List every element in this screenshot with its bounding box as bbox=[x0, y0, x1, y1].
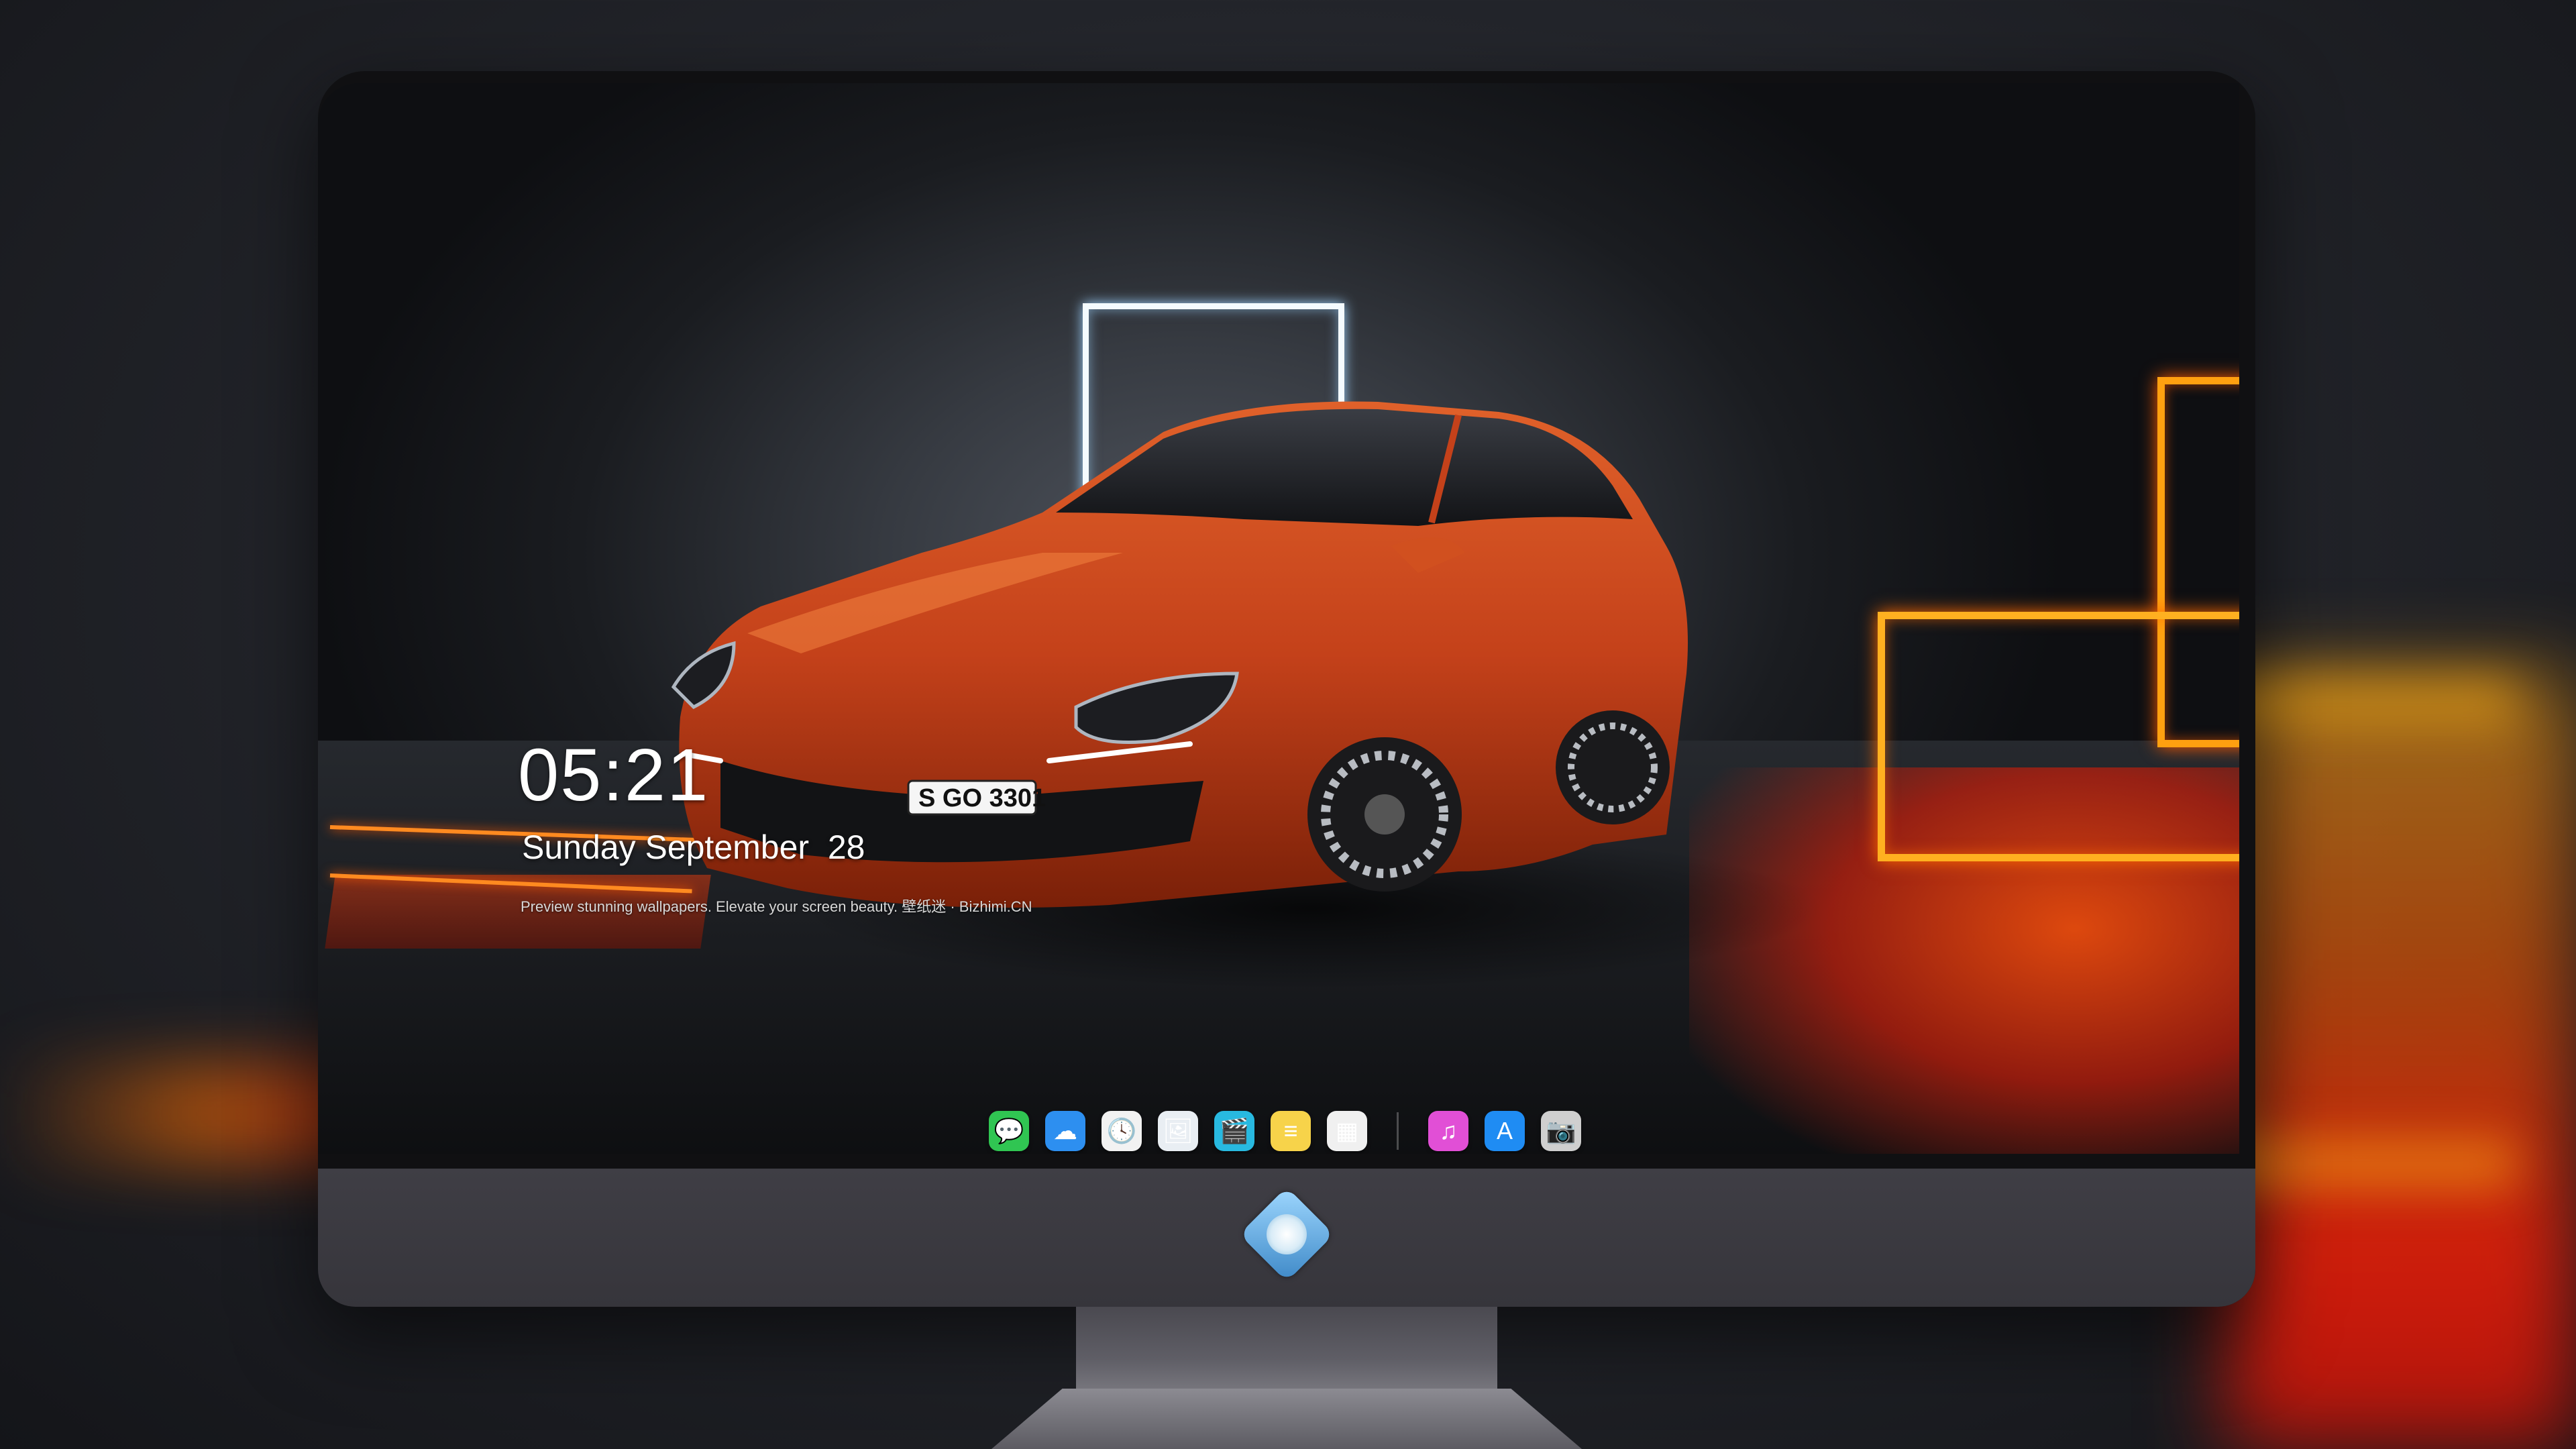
clock-icon[interactable]: 🕓 bbox=[1102, 1111, 1142, 1151]
dock-separator bbox=[1397, 1112, 1399, 1150]
app-store-icon[interactable]: A bbox=[1485, 1111, 1525, 1151]
dock: 💬 ☁ 🕓 🖼 🎬 ≡ ▦ ♫ A 📷 bbox=[989, 1104, 1581, 1154]
display-screen: S GO 3301 05:21 Sunday September 28 Prev… bbox=[318, 83, 2239, 1154]
weather-icon[interactable]: ☁ bbox=[1045, 1111, 1085, 1151]
monitor: S GO 3301 05:21 Sunday September 28 Prev… bbox=[318, 71, 2255, 1307]
notes-icon[interactable]: ≡ bbox=[1271, 1111, 1311, 1151]
clips-icon[interactable]: 🎬 bbox=[1214, 1111, 1254, 1151]
lockscreen-tagline: Preview stunning wallpapers. Elevate you… bbox=[521, 898, 1032, 915]
wallpaper-car: S GO 3301 bbox=[671, 401, 1821, 989]
music-icon[interactable]: ♫ bbox=[1428, 1111, 1468, 1151]
messages-icon[interactable]: 💬 bbox=[989, 1111, 1029, 1151]
license-plate-text: S GO 3301 bbox=[918, 784, 1046, 812]
monitor-chin bbox=[318, 1169, 2255, 1307]
brand-logo-icon bbox=[1239, 1187, 1334, 1282]
photos-icon[interactable]: ▦ bbox=[1327, 1111, 1367, 1151]
preview-icon[interactable]: 🖼 bbox=[1158, 1111, 1198, 1151]
lockscreen-time: 05:21 bbox=[518, 734, 710, 816]
camera-icon[interactable]: 📷 bbox=[1541, 1111, 1581, 1151]
monitor-stand-base bbox=[991, 1389, 1582, 1449]
monitor-stand-neck bbox=[1076, 1307, 1497, 1394]
lockscreen-date: Sunday September 28 bbox=[522, 828, 865, 866]
